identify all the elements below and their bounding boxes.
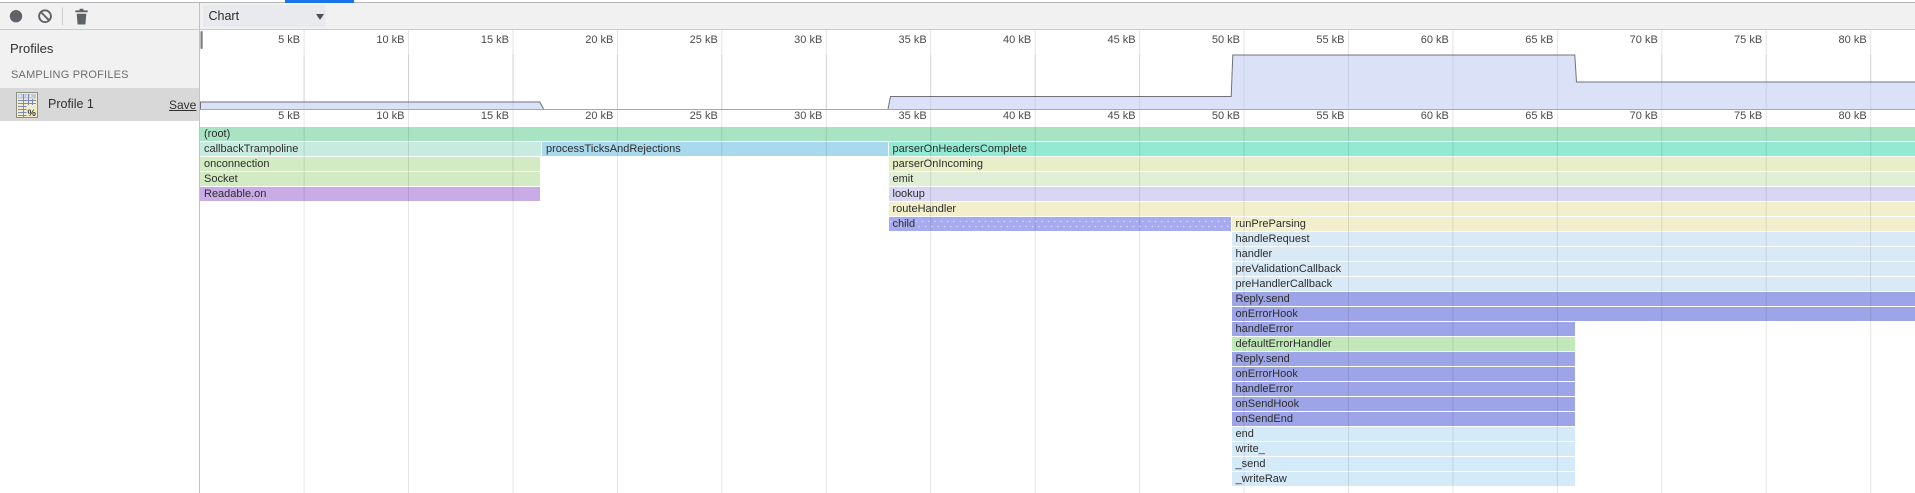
svg-text:%: %: [28, 108, 37, 119]
